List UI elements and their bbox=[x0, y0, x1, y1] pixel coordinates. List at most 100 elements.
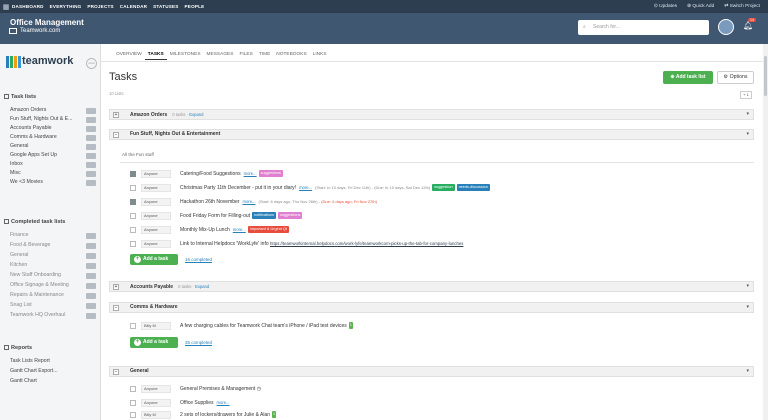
task-checkbox[interactable] bbox=[130, 400, 136, 406]
tab-tasks[interactable]: TASKS bbox=[144, 50, 167, 60]
options-button[interactable]: ⚙ Options bbox=[717, 71, 754, 84]
task-checkbox[interactable] bbox=[130, 241, 136, 247]
teamwork-logo[interactable]: teamwork com bbox=[6, 54, 97, 71]
sidebar-item-accounts-payable[interactable]: Accounts Payable bbox=[10, 124, 96, 133]
sidebar-item-amazon-orders[interactable]: Amazon Orders bbox=[10, 106, 96, 115]
sidebar-item-misc[interactable]: Misc bbox=[10, 169, 96, 178]
nav-everything[interactable]: EVERYTHING bbox=[50, 4, 82, 9]
task-title[interactable]: Office Supplies bbox=[180, 400, 214, 406]
task-checkbox[interactable] bbox=[130, 171, 136, 177]
nav-calendar[interactable]: CALENDAR bbox=[120, 4, 147, 9]
tab-notebooks[interactable]: NOTEBOOKS bbox=[273, 50, 309, 60]
completed-tasks-link[interactable]: 16 completed bbox=[185, 257, 212, 262]
collapse-all-button[interactable]: + 1 bbox=[740, 91, 752, 99]
task-checkbox[interactable] bbox=[130, 199, 136, 205]
assignee-select[interactable]: Anyone bbox=[141, 226, 171, 234]
assignee-select[interactable]: Anyone bbox=[141, 184, 171, 192]
task-title[interactable]: 2 sets of lockers/drawers for Julie & Al… bbox=[180, 412, 270, 418]
scrollbar-thumb[interactable] bbox=[764, 56, 767, 96]
sidebar-item-signage[interactable]: Office Signage & Meeting bbox=[10, 281, 96, 290]
collapse-icon[interactable]: − bbox=[113, 305, 119, 311]
nav-people[interactable]: PEOPLE bbox=[185, 4, 205, 9]
expand-link[interactable]: Expand bbox=[189, 112, 203, 117]
task-checkbox[interactable] bbox=[130, 227, 136, 233]
sidebar-item-comms-hardware[interactable]: Comms & Hardware bbox=[10, 133, 96, 142]
assignee-select[interactable]: Anyone bbox=[141, 170, 171, 178]
tab-messages[interactable]: MESSAGES bbox=[204, 50, 237, 60]
report-gantt-export[interactable]: Gantt Chart Export... bbox=[10, 367, 96, 376]
chevron-down-icon[interactable]: ▾ bbox=[746, 282, 749, 291]
search-input[interactable]: ⌕ Search for... bbox=[578, 20, 709, 35]
company-name[interactable]: Teamwork.com bbox=[20, 28, 60, 34]
chevron-down-icon[interactable]: ▾ bbox=[746, 110, 749, 119]
sidebar-item-kitchen[interactable]: Kitchen bbox=[10, 261, 96, 270]
tag-suggestions[interactable]: suggestions bbox=[278, 212, 303, 219]
sidebar-item-repairs[interactable]: Repairs & Maintenance bbox=[10, 291, 96, 300]
sidebar-item-fun-stuff[interactable]: Fun Stuff, Nights Out & E... bbox=[10, 115, 96, 124]
sidebar-item-general-completed[interactable]: General bbox=[10, 251, 96, 260]
sidebar-item-google-apps[interactable]: Google Apps Set Up bbox=[10, 151, 96, 160]
report-task-lists[interactable]: Task Lists Report bbox=[10, 357, 96, 366]
nav-dashboard[interactable]: DASHBOARD bbox=[12, 4, 44, 9]
task-checkbox[interactable] bbox=[130, 323, 136, 329]
tab-milestones[interactable]: MILESTONES bbox=[167, 50, 204, 60]
nav-projects[interactable]: PROJECTS bbox=[87, 4, 113, 9]
tasklist-header-accounts[interactable]: + Accounts Payable 0 tasks · Expand ▾ bbox=[109, 281, 754, 292]
chevron-down-icon[interactable]: ▾ bbox=[746, 130, 749, 139]
tasklist-header-fun-stuff[interactable]: − Fun Stuff, Nights Out & Entertainment … bbox=[109, 129, 754, 140]
switch-project-link[interactable]: ⇄ Switch Project bbox=[724, 4, 760, 9]
tasklist-header-amazon[interactable]: + Amazon Orders 0 tasks · Expand ▾ bbox=[109, 109, 754, 120]
helpdocs-link[interactable]: https://teamworkinternal.helpdocs.com/wo… bbox=[270, 241, 463, 246]
sidebar-item-inbox[interactable]: Inbox bbox=[10, 160, 96, 169]
assignee-select[interactable]: Anyone bbox=[141, 240, 171, 248]
completed-tasks-link[interactable]: 35 completed bbox=[185, 340, 212, 345]
report-gantt-chart[interactable]: Gantt Chart bbox=[10, 377, 96, 386]
task-title[interactable]: Monthly Mix-Up Lunch bbox=[180, 227, 230, 233]
comment-count-badge[interactable]: 1 bbox=[272, 411, 277, 418]
more-link[interactable]: more... bbox=[217, 400, 230, 405]
chevron-down-icon[interactable]: ▾ bbox=[746, 367, 749, 376]
quick-add-link[interactable]: ⊕ Quick Add bbox=[687, 4, 714, 9]
add-task-button[interactable]: + Add a task bbox=[130, 254, 178, 265]
more-link[interactable]: more... bbox=[242, 199, 255, 204]
tag-notifications[interactable]: notifications bbox=[252, 212, 277, 219]
expand-icon[interactable]: + bbox=[113, 284, 119, 290]
assignee-select[interactable]: Billy M bbox=[141, 411, 171, 419]
updates-link[interactable]: ⊙ Updates bbox=[654, 4, 677, 9]
sidebar-item-movies[interactable]: We <3 Movies bbox=[10, 178, 96, 187]
task-title[interactable]: Food Friday Form for Filling-out bbox=[180, 213, 250, 219]
tab-files[interactable]: FILES bbox=[236, 50, 255, 60]
tab-overview[interactable]: OVERVIEW bbox=[113, 50, 145, 60]
bell-icon[interactable]: 🔔︎ 14 bbox=[743, 18, 756, 30]
task-title[interactable]: Link to Internal Helpdocs 'WorkLyfe' inf… bbox=[180, 241, 269, 247]
tasklist-header-general[interactable]: − General ▾ bbox=[109, 366, 754, 377]
nav-statuses[interactable]: STATUSES bbox=[153, 4, 178, 9]
assignee-select[interactable]: Anyone bbox=[141, 399, 171, 407]
tag-suggestions[interactable]: suggestions bbox=[258, 170, 283, 177]
assignee-select[interactable]: Anyone bbox=[141, 198, 171, 206]
add-task-list-button[interactable]: ⊕ Add task list bbox=[663, 71, 713, 84]
assignee-select[interactable]: Billy M bbox=[141, 322, 171, 330]
tab-links[interactable]: LINKS bbox=[310, 50, 330, 60]
tag-important-urgent[interactable]: Important & Urgent Qt bbox=[247, 226, 289, 233]
tag-needs-discussion[interactable]: needs-discussion bbox=[456, 184, 490, 191]
comment-count-badge[interactable]: 1 bbox=[348, 322, 353, 329]
sidebar-item-finance[interactable]: Finance bbox=[10, 231, 96, 240]
expand-link[interactable]: Expand bbox=[195, 284, 209, 289]
expand-icon[interactable]: + bbox=[113, 112, 119, 118]
task-title[interactable]: Hackathon 26th November bbox=[180, 199, 239, 205]
task-title[interactable]: A few charging cables for Teamwork Chat … bbox=[180, 323, 347, 329]
more-link[interactable]: more... bbox=[244, 171, 257, 176]
avatar[interactable] bbox=[718, 19, 734, 35]
task-checkbox[interactable] bbox=[130, 412, 136, 418]
collapse-icon[interactable]: − bbox=[113, 132, 119, 138]
collapse-icon[interactable]: − bbox=[113, 369, 119, 375]
sidebar-item-onboarding[interactable]: New Staff Onboarding bbox=[10, 271, 96, 280]
chevron-down-icon[interactable]: ▾ bbox=[746, 303, 749, 312]
task-title[interactable]: General Premises & Management bbox=[180, 386, 255, 392]
add-task-button[interactable]: + Add a task bbox=[130, 337, 178, 348]
scrollbar[interactable] bbox=[763, 44, 768, 420]
task-title[interactable]: Christmas Party 11th December - put it i… bbox=[180, 185, 296, 191]
sidebar-item-general[interactable]: General bbox=[10, 142, 96, 151]
assignee-select[interactable]: Anyone bbox=[141, 385, 171, 393]
